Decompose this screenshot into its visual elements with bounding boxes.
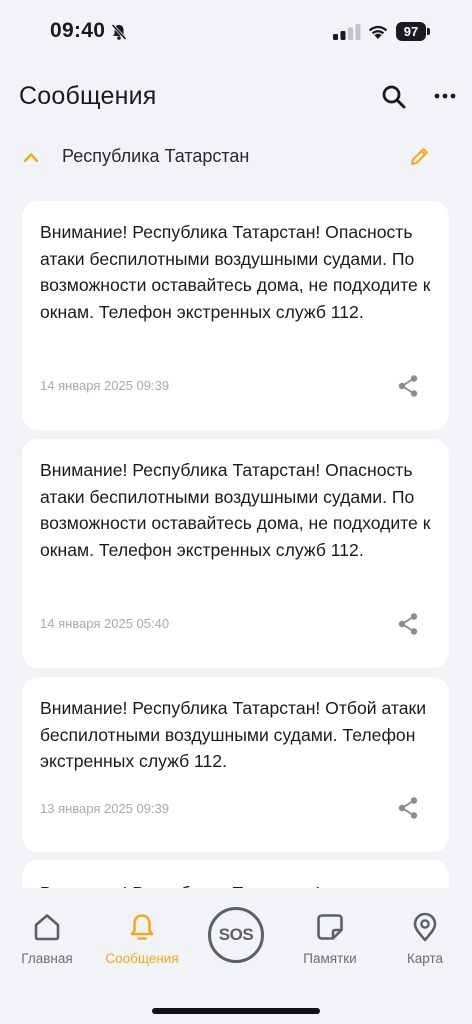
wifi-icon bbox=[368, 25, 388, 39]
location-pin-icon bbox=[413, 912, 437, 942]
region-name: Республика Татарстан bbox=[62, 146, 250, 166]
battery-indicator: 97 bbox=[396, 22, 430, 41]
tab-map[interactable]: Карта bbox=[378, 888, 472, 978]
bell-icon bbox=[130, 914, 154, 940]
share-icon[interactable] bbox=[397, 796, 419, 820]
pencil-icon[interactable] bbox=[408, 146, 430, 168]
message-text: Внимание! Республика Татарстан! Опасност… bbox=[40, 460, 431, 560]
home-indicator bbox=[152, 1008, 320, 1014]
bell-off-icon bbox=[111, 23, 127, 41]
note-icon bbox=[317, 914, 343, 940]
tab-memos-label: Памятки bbox=[303, 951, 357, 966]
status-time: 09:40 bbox=[50, 19, 106, 42]
page-title: Сообщения bbox=[19, 82, 157, 110]
search-icon[interactable] bbox=[381, 84, 407, 110]
tab-home[interactable]: Главная bbox=[0, 888, 94, 978]
signal-icon bbox=[333, 24, 361, 40]
tab-messages[interactable]: Сообщения bbox=[94, 888, 190, 978]
message-text: Внимание! Республика Татарстан! Опасност… bbox=[40, 222, 431, 322]
message-date: 13 января 2025 09:39 bbox=[40, 801, 170, 816]
message-text: Внимание! Республика Татарстан! Отбой ат… bbox=[40, 698, 427, 771]
battery-level: 97 bbox=[396, 22, 426, 41]
status-bar: 09:40 97 bbox=[0, 0, 472, 64]
tab-home-label: Главная bbox=[21, 951, 73, 966]
share-icon[interactable] bbox=[397, 612, 419, 636]
message-card[interactable]: Внимание! Республика Татарстан! Отбой ат… bbox=[22, 677, 449, 852]
tab-memos[interactable]: Памятки bbox=[284, 888, 376, 978]
more-options-icon[interactable] bbox=[433, 86, 457, 106]
tab-map-label: Карта bbox=[406, 951, 444, 966]
battery-tip bbox=[427, 28, 430, 35]
chevron-up-icon[interactable] bbox=[22, 150, 40, 164]
message-card[interactable]: Внимание! Республика Татарстан! Опасност… bbox=[22, 439, 449, 668]
message-card[interactable]: Внимание! Республика Татарстан! Опасност… bbox=[22, 201, 449, 430]
share-icon[interactable] bbox=[397, 374, 419, 398]
message-date: 14 января 2025 09:39 bbox=[40, 378, 170, 393]
sos-button[interactable]: SOS bbox=[208, 907, 264, 963]
message-date: 14 января 2025 05:40 bbox=[40, 616, 170, 631]
tab-bar: Главная Сообщения SOS Памятки Карта bbox=[0, 888, 472, 1024]
region-selector[interactable]: Республика Татарстан bbox=[0, 140, 472, 176]
home-icon bbox=[34, 914, 60, 941]
tab-messages-label: Сообщения bbox=[105, 951, 179, 966]
